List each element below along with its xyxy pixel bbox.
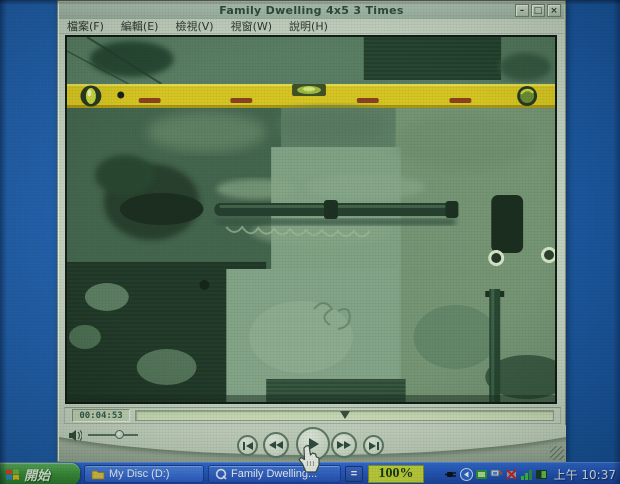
media-tray-icon[interactable] [475,468,488,481]
start-button[interactable]: 開始 [0,463,80,484]
zoom-indicator[interactable]: 100% [368,465,424,483]
minimize-button[interactable]: – [515,4,529,17]
menu-edit[interactable]: 編輯(E) [121,18,159,34]
maximize-button[interactable]: □ [531,4,545,17]
hand-cursor-icon [296,444,322,476]
monitor-tray-icon[interactable] [490,468,503,481]
seek-thumb[interactable] [340,411,350,419]
titlebar[interactable]: Family Dwelling 4x5 3 Times – □ × [59,2,564,19]
rewind-button[interactable] [263,432,289,458]
close-button[interactable]: × [547,4,561,17]
close-icon: × [550,6,558,16]
menu-file[interactable]: 檔案(F) [67,18,104,34]
system-tray: 上午 10:37 [445,463,620,484]
seek-strip: 00:04:53 [64,407,561,424]
start-label: 開始 [24,465,50,484]
zoom-level-value: 100% [379,466,414,482]
quicktime-icon [215,468,227,480]
menu-window[interactable]: 視窗(W) [231,18,272,34]
windows-logo-icon [5,467,20,482]
elapsed-time-value: 00:04:53 [79,411,122,421]
taskbar-clock[interactable]: 上午 10:37 [554,466,616,483]
window-controls: – □ × [515,4,561,17]
elapsed-time: 00:04:53 [72,409,130,422]
menu-view[interactable]: 檢視(V) [175,18,213,34]
fast-forward-button[interactable] [331,432,357,458]
video-frame-image [67,37,555,402]
arrow-circle-icon[interactable] [460,468,473,481]
seek-bar[interactable] [135,410,554,421]
taskbar-small-button[interactable]: = [345,466,363,482]
taskbar-task-mydisc[interactable]: My Disc (D:) [84,465,204,483]
rewind-icon [268,440,284,450]
signal-bars-icon[interactable] [520,468,533,481]
menu-bar: 檔案(F) 編輯(E) 檢視(V) 視窗(W) 說明(H) [59,19,564,34]
video-viewport[interactable] [65,35,557,404]
menu-help[interactable]: 說明(H) [289,18,328,34]
next-button[interactable] [363,435,384,456]
minimize-icon: – [520,6,525,16]
error-x-icon[interactable] [505,468,518,481]
mouse-cursor-hand [296,444,322,476]
plug-icon[interactable] [445,468,458,481]
maximize-icon: □ [534,6,543,16]
previous-icon [242,441,254,451]
next-icon [368,441,380,451]
display-split-icon[interactable] [535,468,548,481]
task-label: My Disc (D:) [109,468,170,480]
folder-icon [91,469,105,480]
horizontal-bars-icon: = [351,468,357,480]
window-title: Family Dwelling 4x5 3 Times [219,4,403,17]
player-window: Family Dwelling 4x5 3 Times – □ × 檔案(F) … [57,0,566,462]
fast-forward-icon [336,440,352,450]
previous-button[interactable] [237,435,258,456]
